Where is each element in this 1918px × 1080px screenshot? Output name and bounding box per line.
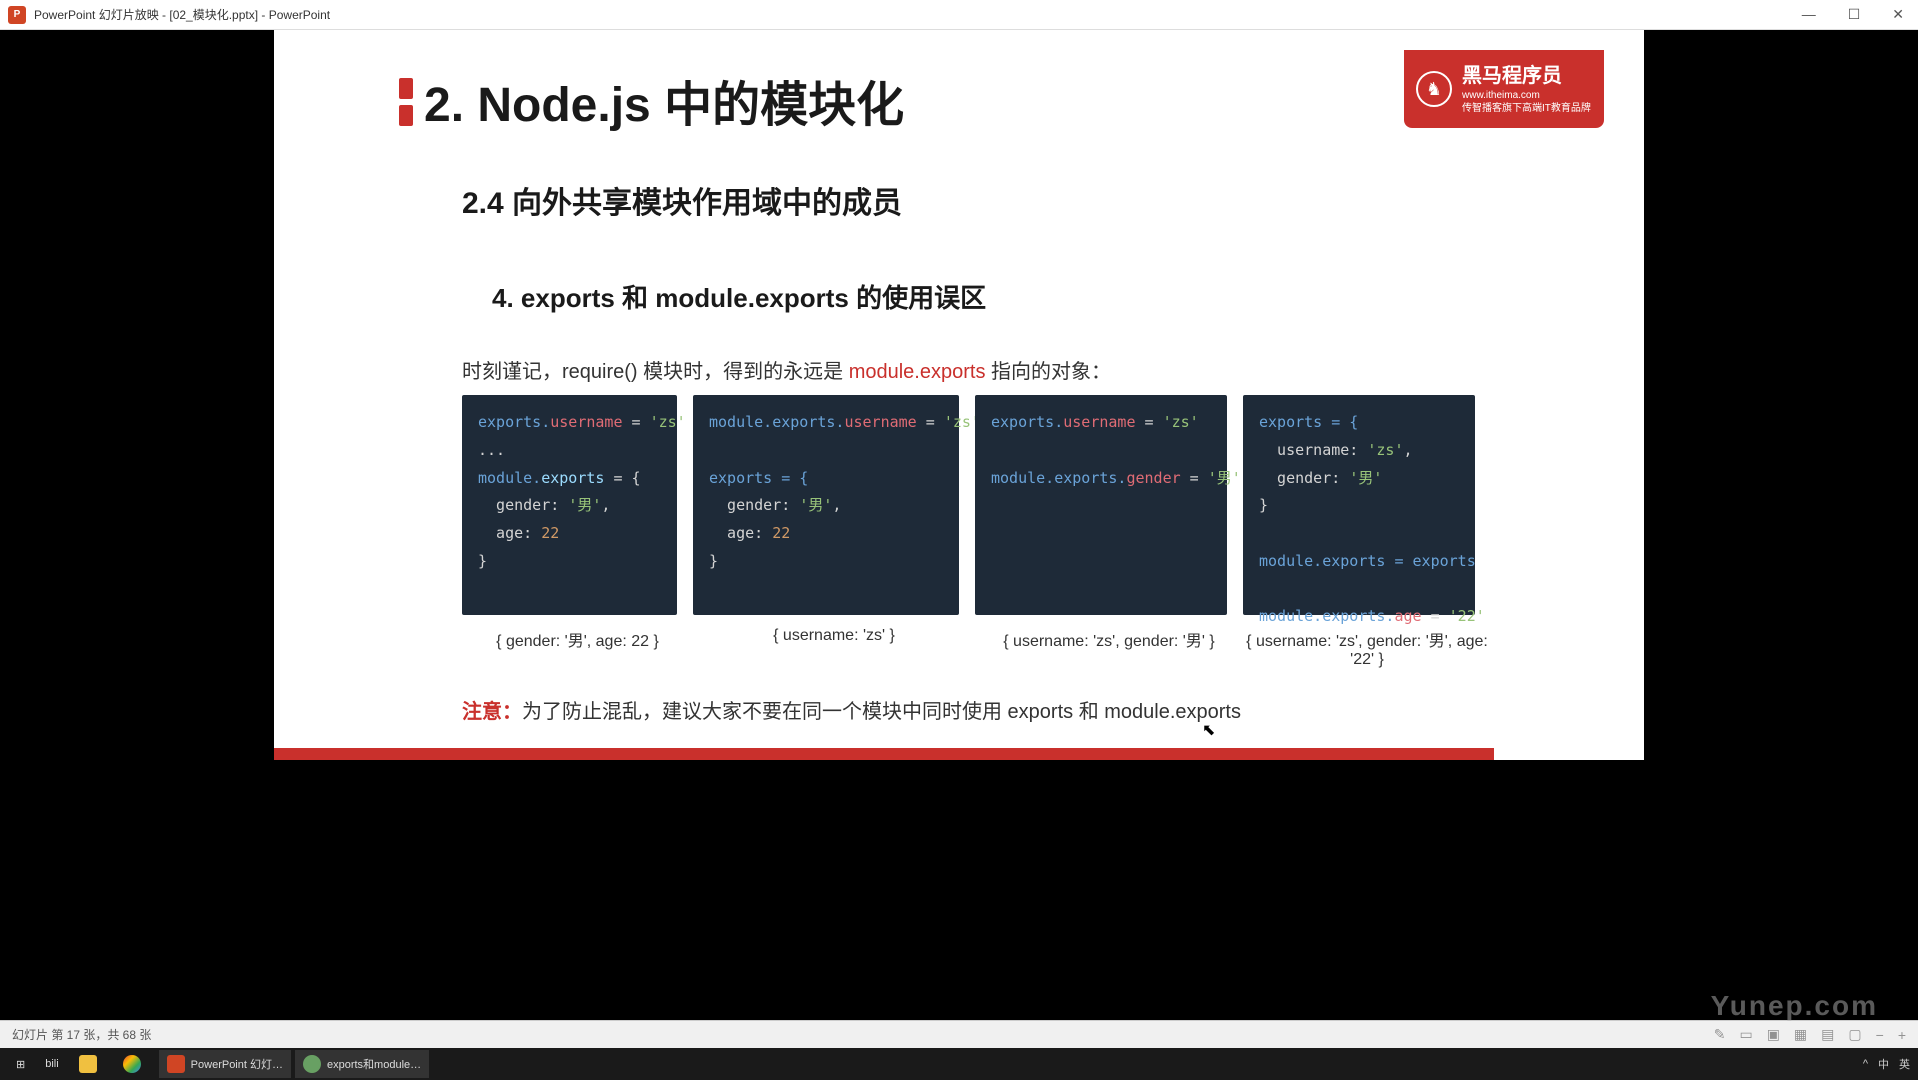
taskbar-chrome[interactable] <box>115 1050 155 1078</box>
brand-slogan: 传智播客旗下高端IT教育品牌 <box>1462 102 1591 115</box>
tray-up-icon[interactable]: ^ <box>1863 1058 1868 1070</box>
pen-tool-icon[interactable]: ✎ <box>1714 1026 1726 1043</box>
slide-content: 2. Node.js 中的模块化 ♞ 黑马程序员 www.itheima.com… <box>274 30 1644 760</box>
zoom-in-icon[interactable]: + <box>1898 1027 1906 1043</box>
close-button[interactable]: ✕ <box>1886 4 1910 25</box>
code-block-2: module.exports.username = 'zs' exports =… <box>693 395 959 615</box>
description-text: 时刻谨记，require() 模块时，得到的永远是 module.exports… <box>462 355 1111 384</box>
ime-lang-1[interactable]: 中 <box>1878 1056 1889 1072</box>
node-icon <box>303 1055 321 1073</box>
code-block-1: exports.username = 'zs' ... module.expor… <box>462 395 677 615</box>
folder-icon <box>79 1055 97 1073</box>
slideshow-view-icon[interactable]: ▢ <box>1848 1026 1861 1043</box>
slide-title: 2. Node.js 中的模块化 <box>424 65 904 135</box>
brand-badge: ♞ 黑马程序员 www.itheima.com 传智播客旗下高端IT教育品牌 <box>1404 50 1604 128</box>
note-text: 注意：为了防止混乱，建议大家不要在同一个模块中同时使用 exports 和 mo… <box>462 695 1241 724</box>
title-marker-icon <box>399 78 413 126</box>
output-1: { gender: '男', age: 22 } <box>462 627 693 669</box>
brand-logo-icon: ♞ <box>1416 71 1452 107</box>
maximize-button[interactable]: ☐ <box>1842 4 1867 25</box>
slide-counter: 幻灯片 第 17 张，共 68 张 <box>12 1026 151 1043</box>
bottom-accent-bar <box>274 748 1494 760</box>
slideshow-area[interactable]: 2. Node.js 中的模块化 ♞ 黑马程序员 www.itheima.com… <box>0 30 1918 1020</box>
titlebar: P PowerPoint 幻灯片放映 - [02_模块化.pptx] - Pow… <box>0 0 1918 30</box>
window-title: PowerPoint 幻灯片放映 - [02_模块化.pptx] - Power… <box>34 6 330 23</box>
app-icon: P <box>8 6 26 24</box>
output-3: { username: 'zs', gender: '男' } <box>975 627 1243 669</box>
output-2: { username: 'zs' } <box>693 627 975 669</box>
ime-lang-2[interactable]: 英 <box>1899 1056 1910 1072</box>
subsection-title: 4. exports 和 module.exports 的使用误区 <box>492 278 986 315</box>
brand-name: 黑马程序员 <box>1462 63 1591 89</box>
brand-url: www.itheima.com <box>1462 89 1591 102</box>
start-button[interactable]: ⊞ <box>8 1050 33 1078</box>
chrome-icon <box>123 1055 141 1073</box>
taskbar: ⊞ bili PowerPoint 幻灯… exports和module… ^ … <box>0 1048 1918 1080</box>
section-title: 2.4 向外共享模块作用域中的成员 <box>462 178 902 222</box>
zoom-out-icon[interactable]: − <box>1876 1027 1884 1043</box>
powerpoint-icon <box>167 1055 185 1073</box>
sorter-view-icon[interactable]: ▦ <box>1794 1026 1807 1043</box>
code-block-4: exports = { username: 'zs', gender: '男' … <box>1243 395 1475 615</box>
subtitles-icon[interactable]: ▭ <box>1739 1026 1752 1043</box>
taskbar-bili[interactable]: bili <box>37 1050 66 1078</box>
output-4: { username: 'zs', gender: '男', age: '22'… <box>1243 627 1491 669</box>
taskbar-explorer[interactable] <box>71 1050 111 1078</box>
normal-view-icon[interactable]: ▣ <box>1767 1026 1780 1043</box>
statusbar: 幻灯片 第 17 张，共 68 张 ✎ ▭ ▣ ▦ ▤ ▢ − + <box>0 1020 1918 1048</box>
taskbar-node-app[interactable]: exports和module… <box>295 1050 429 1078</box>
taskbar-powerpoint[interactable]: PowerPoint 幻灯… <box>159 1050 291 1078</box>
reading-view-icon[interactable]: ▤ <box>1821 1026 1834 1043</box>
code-block-3: exports.username = 'zs' module.exports.g… <box>975 395 1227 615</box>
minimize-button[interactable]: — <box>1796 4 1822 25</box>
